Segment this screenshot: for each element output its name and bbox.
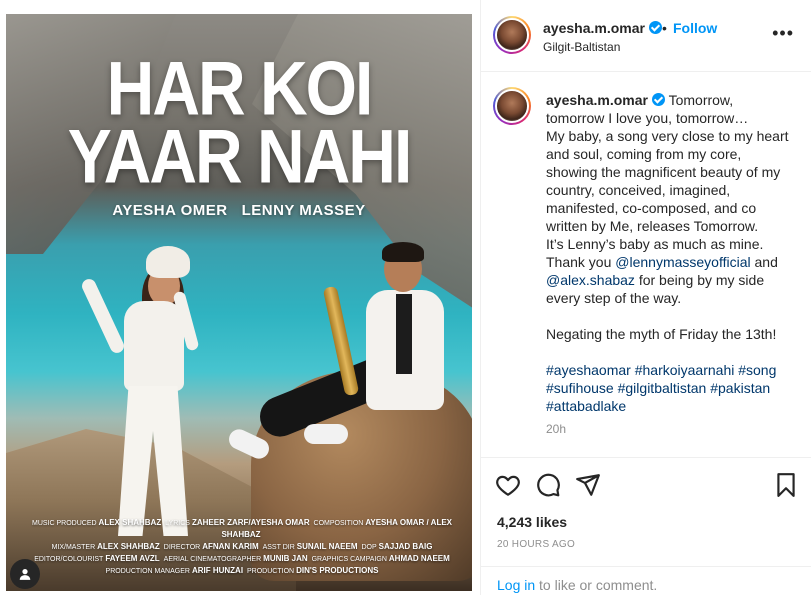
login-prompt-text: to like or comment. (535, 577, 658, 593)
hashtag-link[interactable]: #song (738, 362, 776, 378)
user-icon (19, 569, 31, 580)
login-prompt: Log in to like or comment. (481, 566, 811, 595)
post-media[interactable]: HAR KOI YAAR NAHI AYESHA OMER LENNY MASS… (0, 0, 480, 595)
share-button[interactable] (575, 472, 601, 498)
hashtag-link[interactable]: #pakistan (710, 380, 770, 396)
post-header: ayesha.m.omar • Follow Gilgit-Baltistan … (481, 0, 811, 72)
caption-text: ayesha.m.omar Tomorrow, tomorrow I love … (546, 92, 789, 414)
post-time[interactable]: 20 HOURS AGO (497, 539, 575, 550)
separator-dot: • (662, 20, 667, 36)
verified-badge-icon (651, 93, 665, 106)
poster-artist-2: LENNY MASSEY (241, 202, 366, 219)
poster-credits: MUSIC PRODUCED ALEX SHAHBAZ LYRICS ZAHEER … (26, 517, 456, 577)
hashtag-link[interactable]: #attabadlake (546, 398, 626, 414)
location-link[interactable]: Gilgit-Baltistan (543, 40, 620, 54)
comment-button[interactable] (535, 472, 561, 498)
login-link[interactable]: Log in (497, 577, 535, 593)
more-options-icon[interactable]: ••• (772, 24, 794, 42)
post-caption: ayesha.m.omar Tomorrow, tomorrow I love … (481, 73, 811, 458)
credit-row: MIX/MASTER ALEX SHAHBAZ DIRECTOR AFNAN KAR… (51, 542, 433, 551)
caption-timestamp[interactable]: 20h (546, 422, 566, 436)
hashtag-link[interactable]: #gilgitbaltistan (618, 380, 707, 396)
song-poster-image: HAR KOI YAAR NAHI AYESHA OMER LENNY MASS… (6, 14, 472, 591)
comment-icon (537, 473, 560, 497)
credit-row: MUSIC PRODUCED ALEX SHAHBAZ LYRICS ZAHEER … (31, 518, 453, 539)
avatar[interactable] (493, 87, 531, 125)
like-button[interactable] (495, 472, 521, 498)
verified-badge-icon (648, 21, 662, 34)
header-username[interactable]: ayesha.m.omar (543, 20, 662, 36)
man-with-saxophone-figure (225, 242, 456, 476)
poster-artists: AYESHA OMER LENNY MASSEY (6, 202, 472, 219)
mention-link[interactable]: @lennymasseyofficial (615, 254, 750, 270)
mention-link[interactable]: @alex.shabaz (546, 272, 635, 288)
avatar[interactable] (493, 16, 531, 54)
caption-username[interactable]: ayesha.m.omar (546, 92, 665, 108)
bookmark-icon (777, 473, 795, 497)
hashtag-link[interactable]: #ayeshaomar (546, 362, 631, 378)
hashtag-link[interactable]: #sufihouse (546, 380, 614, 396)
post-side-panel: ayesha.m.omar • Follow Gilgit-Baltistan … (480, 0, 811, 595)
credit-row: PRODUCTION MANAGER ARIF HUNZAI PRODUCTION… (105, 566, 379, 575)
woman-figure (79, 246, 200, 556)
credit-row: EDITOR/COLOURIST FAYEEM AVZL AERIAL CINEM… (34, 554, 450, 563)
action-bar (481, 460, 811, 510)
share-icon (576, 474, 600, 496)
likes-count[interactable]: 4,243 likes (497, 514, 567, 530)
follow-button[interactable]: Follow (673, 20, 717, 36)
tagged-users-button[interactable] (10, 559, 40, 589)
poster-title-line2: YAAR NAHI (67, 113, 413, 199)
hashtag-link[interactable]: #harkoiyaarnahi (635, 362, 735, 378)
poster-artist-1: AYESHA OMER (112, 202, 228, 219)
heart-icon (496, 475, 520, 496)
save-button[interactable] (773, 472, 799, 498)
